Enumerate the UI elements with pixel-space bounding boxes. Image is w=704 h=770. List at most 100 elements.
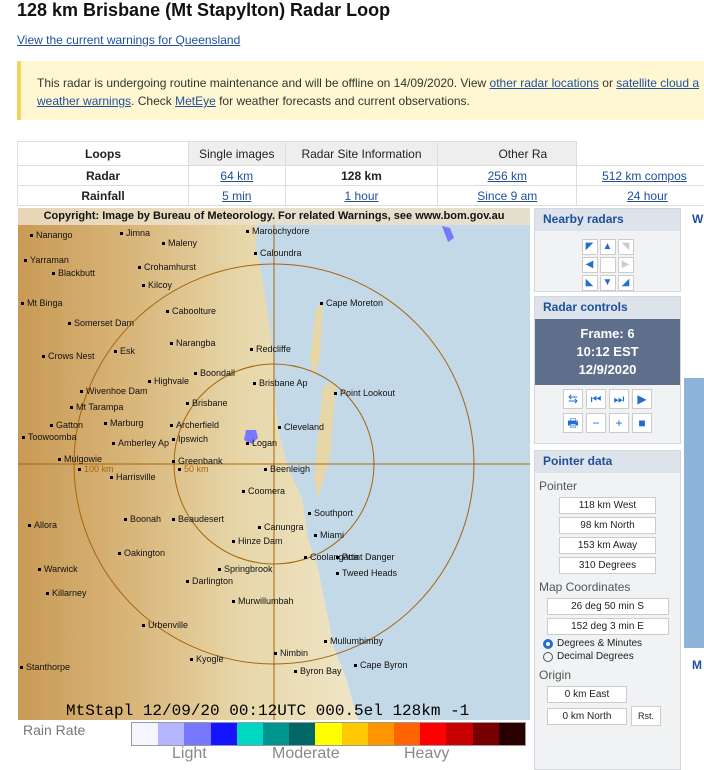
degrees-minutes-label: Degrees & Minutes	[557, 638, 643, 649]
first-frame-icon[interactable]: ⏮	[586, 389, 606, 409]
tab-loops[interactable]: Loops	[17, 141, 189, 166]
degrees-minutes-option[interactable]: Degrees & Minutes	[543, 638, 672, 649]
weather-warnings-link[interactable]: weather warnings	[37, 94, 131, 108]
radar-controls-title: Radar controls	[535, 297, 680, 319]
place-label: Stanthorpe	[20, 662, 70, 672]
place-label: Yarraman	[24, 255, 69, 265]
frame-number: Frame: 6	[580, 326, 635, 341]
place-label: Blackbutt	[52, 268, 95, 278]
legend-swatch	[289, 723, 316, 745]
radio-selected-icon[interactable]	[543, 638, 553, 649]
place-label: Nanango	[30, 230, 73, 240]
rain-5min-link[interactable]: 5 min	[222, 189, 251, 203]
arrow-n-icon[interactable]: ▲	[599, 239, 616, 255]
stop-icon[interactable]: ■	[632, 413, 652, 433]
play-icon[interactable]: ▶	[632, 389, 652, 409]
place-label: Amberley Ap	[112, 438, 169, 448]
rainfall-row-label: Rainfall	[17, 185, 189, 206]
faster-icon[interactable]: +	[609, 413, 629, 433]
moreton-island	[310, 303, 323, 378]
print-icon[interactable]: 🖶	[563, 413, 583, 433]
arrow-w-icon[interactable]: ◀	[581, 257, 598, 273]
place-label: Jimna	[120, 228, 150, 238]
legend-swatch	[315, 723, 342, 745]
rain-since-9am-link[interactable]: Since 9 am	[477, 189, 537, 203]
pointer-north: 98 km North	[559, 517, 656, 534]
notice-text-3: . Check	[131, 94, 176, 108]
place-label: Caboolture	[166, 306, 216, 316]
frame-info: Frame: 6 10:12 EST 12/9/2020	[535, 319, 680, 385]
rain-rate-legend	[131, 722, 526, 746]
warnings-link[interactable]: View the current warnings for Queensland	[17, 33, 240, 47]
nearby-radar-arrows: ◤ ▲ ◥ ◀ ▶ ◣ ▼ ◢	[581, 239, 634, 291]
nearby-radars-title: Nearby radars	[535, 209, 680, 231]
ring-label-100km: 100 km	[78, 464, 114, 474]
radar-map[interactable]: Copyright: Image by Bureau of Meteorolog…	[18, 208, 530, 720]
swap-icon[interactable]: ⇆	[563, 389, 583, 409]
place-label: Beaudesert	[172, 514, 224, 524]
place-label: Boonah	[124, 514, 161, 524]
slower-icon[interactable]: −	[586, 413, 606, 433]
reset-button[interactable]: Rst.	[631, 706, 661, 726]
pointer-away: 153 km Away	[559, 537, 656, 554]
arrow-nw-icon[interactable]: ◤	[581, 239, 598, 255]
legend-swatch	[446, 723, 473, 745]
place-label: Redcliffe	[250, 344, 291, 354]
decimal-degrees-label: Decimal Degrees	[557, 651, 634, 662]
place-label: Coomera	[242, 486, 285, 496]
place-label: Allora	[28, 520, 57, 530]
place-label: Somerset Dam	[68, 318, 134, 328]
right-side-cutoff: W M	[684, 208, 704, 768]
place-label: Crows Nest	[42, 351, 95, 361]
pointer-label: Pointer	[539, 479, 578, 493]
tab-radar-site-info[interactable]: Radar Site Information	[284, 141, 439, 166]
pointer-data-title: Pointer data	[535, 451, 680, 473]
place-label: Darlington	[186, 576, 233, 586]
next-frame-icon[interactable]: ⏭	[609, 389, 629, 409]
frame-time: 10:12 EST	[576, 344, 639, 359]
place-label: Springbrook	[218, 564, 273, 574]
other-radar-locations-link[interactable]: other radar locations	[490, 76, 599, 90]
range-256km-link[interactable]: 256 km	[488, 169, 527, 183]
maintenance-notice: This radar is undergoing routine mainten…	[17, 61, 704, 120]
place-label: Byron Bay	[294, 666, 342, 676]
range-512km-link[interactable]: 512 km compos	[602, 169, 687, 183]
coord-lat: 26 deg 50 min S	[546, 598, 669, 615]
arrow-se-icon[interactable]: ◢	[617, 275, 634, 291]
rain-24hour-link[interactable]: 24 hour	[627, 189, 668, 203]
place-label: Crohamhurst	[138, 262, 196, 272]
range-64km-link[interactable]: 64 km	[220, 169, 253, 183]
satellite-cloud-link[interactable]: satellite cloud a	[616, 76, 699, 90]
tab-other-radars[interactable]: Other Ra	[437, 141, 578, 166]
origin-east: 0 km East	[547, 686, 627, 703]
pointer-west: 118 km West	[559, 497, 656, 514]
legend-swatch	[367, 723, 395, 745]
pointer-data-panel: Pointer data Pointer 118 km West 98 km N…	[534, 450, 681, 770]
legend-heavy: Heavy	[404, 745, 450, 762]
place-label: Cape Byron	[354, 660, 408, 670]
playback-row-2: 🖶 − + ■	[535, 413, 680, 433]
radar-controls-panel: Radar controls Frame: 6 10:12 EST 12/9/2…	[534, 296, 681, 444]
place-label: Canungra	[258, 522, 304, 532]
origin-label: Origin	[539, 668, 572, 682]
place-label: Harrisville	[110, 472, 156, 482]
arrow-ne-icon: ◥	[617, 239, 634, 255]
place-label: Point Danger	[336, 552, 395, 562]
place-label: Brisbane Ap	[253, 378, 308, 388]
place-label: Mt Tarampa	[70, 402, 123, 412]
side-letter-m: M	[692, 658, 702, 672]
tab-single-images[interactable]: Single images	[188, 141, 286, 166]
rain-1hour-link[interactable]: 1 hour	[344, 189, 378, 203]
decimal-degrees-option[interactable]: Decimal Degrees	[543, 651, 672, 662]
arrow-s-icon[interactable]: ▼	[599, 275, 616, 291]
legend-swatch	[394, 723, 421, 745]
copyright-banner: Copyright: Image by Bureau of Meteorolog…	[18, 208, 530, 225]
place-label: Mullumbimby	[324, 636, 383, 646]
place-label: Oakington	[118, 548, 165, 558]
place-label: Warwick	[38, 564, 78, 574]
notice-text-1: This radar is undergoing routine mainten…	[37, 76, 490, 90]
place-label: Southport	[308, 508, 353, 518]
radio-unselected-icon[interactable]	[543, 651, 553, 662]
meteye-link[interactable]: MetEye	[175, 94, 216, 108]
arrow-sw-icon[interactable]: ◣	[581, 275, 598, 291]
